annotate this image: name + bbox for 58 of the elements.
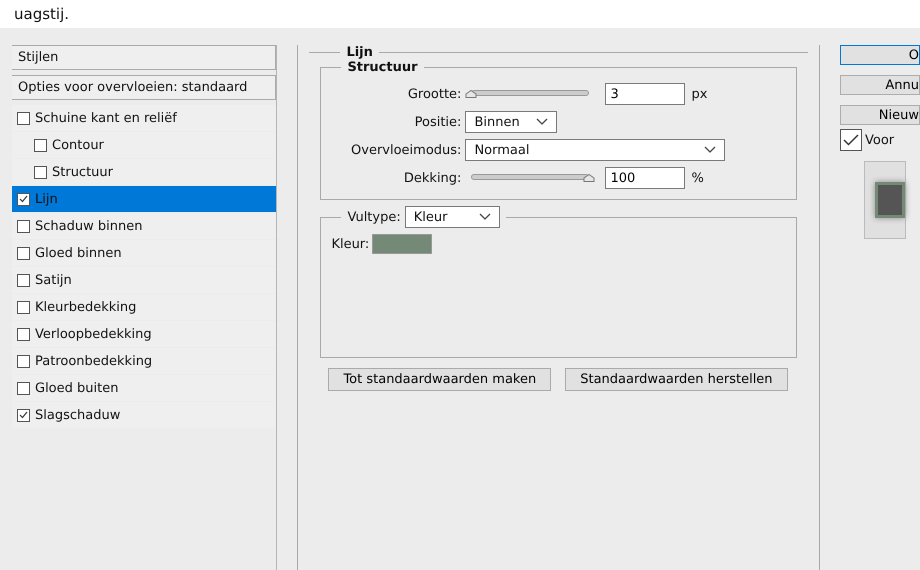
- chevron-down-icon: [704, 146, 716, 154]
- style-label: Schaduw binnen: [35, 218, 142, 234]
- checkbox[interactable]: [17, 354, 30, 368]
- defaults-button[interactable]: Tot standaardwaarden maken: [328, 368, 552, 391]
- preview-label: Voor: [865, 132, 894, 148]
- style-label: Contour: [52, 138, 104, 152]
- dialog-button[interactable]: Nieuw: [840, 105, 920, 125]
- size-label: Grootte:: [406, 86, 462, 102]
- style-label: Gloed binnen: [35, 246, 122, 260]
- dialog-button[interactable]: Annu: [840, 75, 920, 95]
- style-label: Slagschaduw: [35, 408, 120, 422]
- check-icon: [19, 195, 28, 203]
- checkbox[interactable]: [17, 246, 30, 260]
- style-label: Verloopbedekking: [35, 326, 152, 342]
- checkbox[interactable]: [17, 220, 30, 232]
- section-title: Structuur: [346, 60, 419, 75]
- chevron-down-icon: [478, 213, 491, 221]
- opacity-field[interactable]: 100: [605, 167, 686, 189]
- unit-label: %: [691, 170, 704, 186]
- blend-mode-label: Overvloeimodus:: [350, 142, 462, 158]
- checkbox[interactable]: [17, 112, 30, 124]
- checkbox[interactable]: [17, 408, 30, 422]
- style-label: Kleurbedekking: [35, 300, 136, 314]
- checkbox[interactable]: [34, 138, 47, 152]
- defaults-button[interactable]: Standaardwaarden herstellen: [565, 368, 788, 391]
- color-label: Kleur:: [331, 236, 370, 252]
- fill-type-dropdown[interactable]: Kleur: [404, 206, 500, 228]
- check-icon: [19, 411, 28, 419]
- position-label: Positie:: [414, 114, 462, 130]
- checkbox[interactable]: [17, 382, 30, 394]
- checkbox[interactable]: [17, 300, 30, 314]
- checkbox[interactable]: [17, 274, 30, 286]
- fill-type-label: Vultype:: [347, 210, 401, 224]
- styles-header[interactable]: Stijlen: [12, 45, 276, 70]
- preview-checkbox[interactable]: [840, 129, 862, 151]
- chevron-down-icon: [536, 118, 548, 126]
- style-label: Lijn: [35, 192, 58, 206]
- position-dropdown[interactable]: Binnen: [465, 111, 558, 133]
- check-icon: [843, 134, 859, 146]
- style-label: Satijn: [35, 272, 72, 288]
- blending-options-item[interactable]: Opties voor overvloeien: standaard: [12, 75, 276, 100]
- style-item[interactable]: Lijn: [12, 186, 276, 212]
- style-label: Gloed buiten: [35, 380, 118, 396]
- style-label: Schuine kant en reliëf: [35, 110, 177, 126]
- blend-mode-dropdown[interactable]: Normaal: [465, 139, 726, 161]
- section-title: Lijn: [345, 45, 374, 60]
- dialog-button[interactable]: O: [840, 45, 920, 65]
- size-field[interactable]: 3: [605, 83, 686, 105]
- style-label: Patroonbedekking: [35, 354, 152, 368]
- unit-label: px: [691, 86, 708, 102]
- style-label: Structuur: [52, 164, 114, 180]
- checkbox[interactable]: [17, 192, 30, 206]
- color-swatch[interactable]: [372, 234, 432, 254]
- slider-thumb[interactable]: [465, 90, 478, 98]
- opacity-label: Dekking:: [402, 170, 462, 186]
- checkbox[interactable]: [34, 166, 47, 178]
- checkbox[interactable]: [17, 328, 30, 340]
- caption-text: uagstij.: [14, 5, 70, 23]
